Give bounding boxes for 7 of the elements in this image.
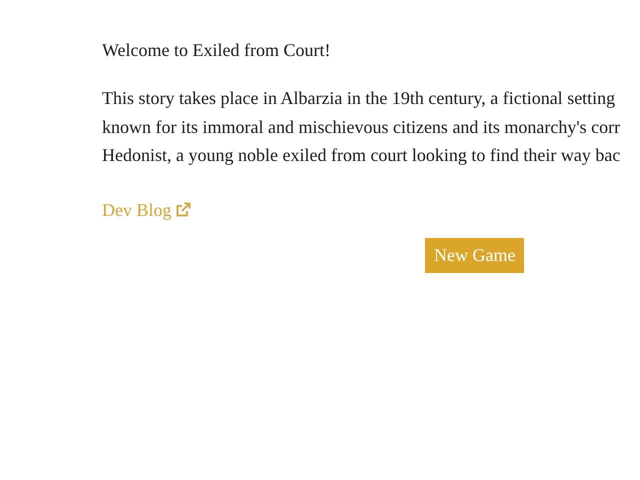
external-link-icon [174,202,190,218]
story-text-line: Hedonist, a young noble exiled from court looking to find their way bac [102,144,620,167]
story-text-line: This story takes place in Albarzia in the 19th century, a fictional setting [102,87,616,110]
story-text-line: known for its immoral and mischievous citizens and its monarchy's corr [102,116,620,139]
new-game-button[interactable]: New Game [425,238,524,272]
dev-blog-link[interactable]: Dev Blog [102,198,190,222]
welcome-text: Welcome to Exiled from Court! [102,39,332,62]
